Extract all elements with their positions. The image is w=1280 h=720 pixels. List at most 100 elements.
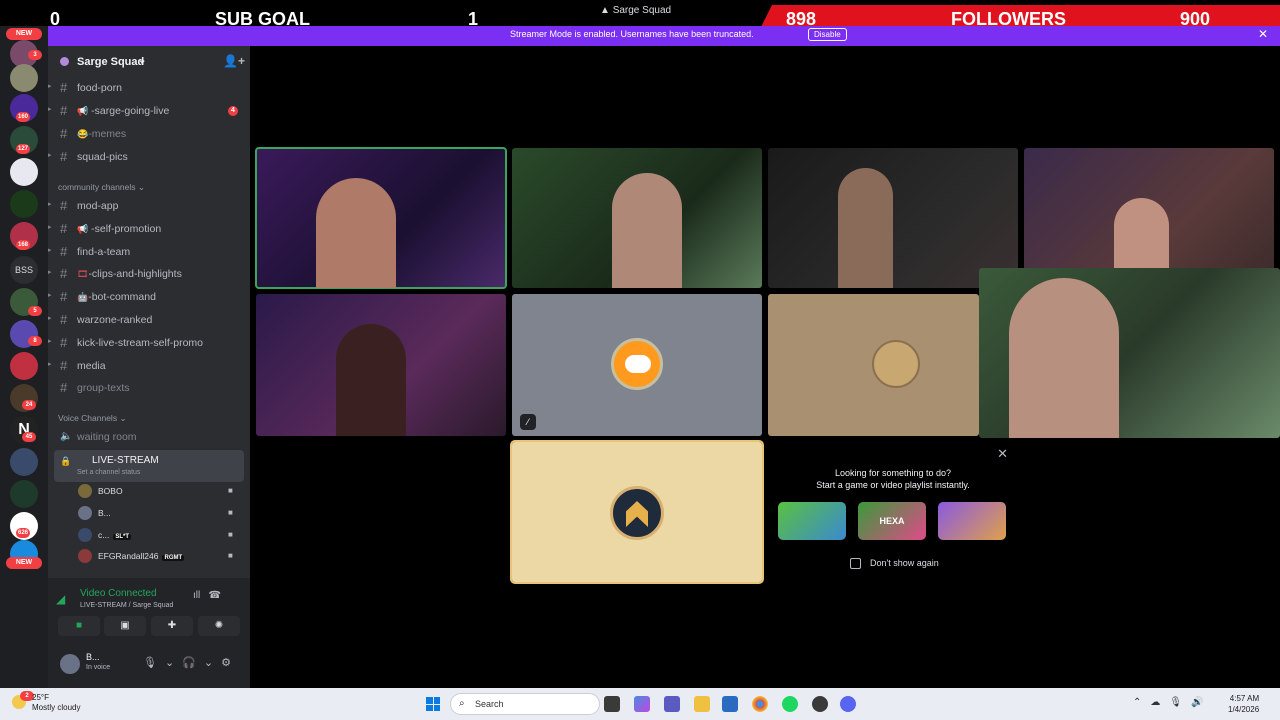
- dont-show-checkbox[interactable]: [850, 558, 861, 569]
- person-silhouette: [1009, 278, 1119, 438]
- video-tile[interactable]: [1024, 148, 1274, 288]
- voice-channel-live-stream[interactable]: 🔒 LIVE-STREAM Set a channel status: [54, 450, 244, 482]
- camera-overlay-tile[interactable]: [979, 268, 1280, 438]
- unread-badge: 3: [28, 50, 42, 60]
- teams-icon[interactable]: [664, 696, 680, 712]
- voice-channel-waiting-room[interactable]: 🔈 waiting room: [48, 427, 250, 447]
- invite-people-icon[interactable]: 👤+: [223, 54, 245, 68]
- activity-card[interactable]: HEXA: [858, 502, 926, 540]
- server-icon[interactable]: [10, 352, 38, 380]
- unread-badge: 8: [28, 336, 42, 346]
- channel-label: kick-live-stream-self-promo: [77, 337, 204, 349]
- channel-mod-app[interactable]: ▸ # mod-app: [48, 196, 250, 216]
- chevron-right-icon: ▸: [48, 106, 52, 113]
- member-name: BOBO: [98, 486, 123, 496]
- activity-card[interactable]: [778, 502, 846, 540]
- store-icon[interactable]: [722, 696, 738, 712]
- channel-bot-command[interactable]: ▸ # 🤖-bot-command: [48, 287, 250, 307]
- search-box[interactable]: ⌕ Search: [450, 693, 600, 715]
- channel-food-porn[interactable]: ▸ # food-porn: [48, 78, 250, 98]
- voice-channel-name: LIVE-STREAM: [92, 455, 159, 466]
- server-icon[interactable]: [10, 158, 38, 186]
- date: 1/4/2026: [1228, 705, 1260, 714]
- camera-icon: ■: [228, 551, 233, 560]
- channel-warzone-ranked[interactable]: ▸ # warzone-ranked: [48, 310, 250, 330]
- chevron-right-icon: ▸: [48, 315, 52, 322]
- channel-memes[interactable]: # 😂-memes: [48, 124, 250, 144]
- screen-share-button[interactable]: ▣: [104, 616, 146, 636]
- speaker-icon: 🔈: [60, 431, 73, 442]
- server-icon[interactable]: [10, 448, 38, 476]
- voice-location[interactable]: LIVE-STREAM / Sarge Squad: [80, 602, 173, 609]
- channel-label: squad-pics: [77, 151, 128, 163]
- video-button[interactable]: ■: [58, 616, 100, 636]
- hash-icon: #: [60, 126, 68, 141]
- unread-badge: 626: [16, 528, 31, 538]
- server-bss[interactable]: BSS: [10, 256, 38, 284]
- server-icon[interactable]: [10, 480, 38, 508]
- signal-icon[interactable]: ◢: [56, 592, 65, 606]
- copilot-icon[interactable]: [634, 696, 650, 712]
- unread-badge: 5: [28, 306, 42, 316]
- hash-icon: #: [60, 380, 68, 395]
- spotify-icon[interactable]: [782, 696, 798, 712]
- channel-status[interactable]: Set a channel status: [77, 469, 140, 476]
- noise-suppression-icon[interactable]: ıll ☎: [193, 590, 221, 601]
- clock[interactable]: 4:57 AM 1/4/2026: [1228, 693, 1259, 715]
- category-voice[interactable]: Voice Channels ⌄: [58, 413, 127, 424]
- hash-icon: #: [60, 312, 68, 327]
- file-explorer-icon[interactable]: [694, 696, 710, 712]
- channel-group-texts[interactable]: # group-texts: [48, 378, 250, 398]
- voice-member[interactable]: B... ■: [78, 504, 238, 522]
- channel-kick-live-stream-self-promo[interactable]: ▸ # kick-live-stream-self-promo: [48, 333, 250, 353]
- channel-find-a-team[interactable]: ▸ # find-a-team: [48, 242, 250, 262]
- video-tile[interactable]: [255, 147, 507, 289]
- video-tile[interactable]: [256, 294, 506, 436]
- discord-avatar: [611, 338, 663, 390]
- video-tile[interactable]: [510, 440, 764, 584]
- promo-title: Looking for something to do? Start a gam…: [816, 468, 970, 490]
- start-icon[interactable]: [426, 697, 440, 711]
- video-tile[interactable]: [768, 148, 1018, 288]
- close-icon[interactable]: ✕: [997, 446, 1008, 462]
- hash-icon: #: [60, 80, 68, 95]
- chrome-icon[interactable]: [752, 696, 768, 712]
- channel-emoji: 🤖: [77, 292, 89, 302]
- weather-condition: Mostly cloudy: [32, 703, 81, 712]
- system-tray[interactable]: ⌃☁🎙🔊: [1133, 697, 1213, 708]
- channel-label: -bot-command: [88, 291, 156, 303]
- voice-member[interactable]: BOBO ■: [78, 482, 238, 500]
- discord-icon[interactable]: [840, 696, 856, 712]
- voice-member[interactable]: EFGRandall246 RGMT ■: [78, 547, 238, 565]
- video-tile[interactable]: ⁄: [512, 294, 762, 436]
- voice-member[interactable]: c... SL*T ■: [78, 526, 238, 544]
- unread-badge: 24: [22, 400, 36, 410]
- category-community[interactable]: community channels ⌄: [58, 182, 145, 193]
- server-icon[interactable]: [10, 190, 38, 218]
- app-icon[interactable]: [812, 696, 828, 712]
- server-header[interactable]: Sarge Squad ⌄ 👤+: [48, 46, 250, 78]
- mic-headset-settings-icons[interactable]: 🎙⌄🎧⌄⚙: [143, 656, 239, 669]
- activity-card[interactable]: [938, 502, 1006, 540]
- chevron-down-icon: ⌄: [138, 55, 147, 66]
- activities-button[interactable]: ✚: [151, 616, 193, 636]
- channel-sarge-going-live[interactable]: ▸ # 📢 -sarge-going-live 4: [48, 101, 250, 121]
- server-icon[interactable]: [10, 64, 38, 92]
- activity-promo: ✕ Looking for something to do? Start a g…: [768, 442, 1018, 582]
- channel-self-promotion[interactable]: ▸ # 📢 -self-promotion: [48, 219, 250, 239]
- avatar[interactable]: [60, 654, 80, 674]
- channel-media[interactable]: ▸ # media: [48, 356, 250, 376]
- hash-icon: #: [60, 266, 68, 281]
- task-view-icon[interactable]: [604, 696, 620, 712]
- soundboard-button[interactable]: ✺: [198, 616, 240, 636]
- video-tile[interactable]: [768, 294, 979, 436]
- server-badge-icon: [60, 57, 69, 66]
- channel-label: mod-app: [77, 200, 119, 212]
- channel-clips-and-highlights[interactable]: ▸ # 🎞-clips-and-highlights: [48, 264, 250, 284]
- close-icon[interactable]: ✕: [1258, 27, 1268, 41]
- mention-count: 4: [228, 106, 238, 116]
- video-tile[interactable]: [512, 148, 762, 288]
- channel-squad-pics[interactable]: ▸ # squad-pics: [48, 147, 250, 167]
- chevron-right-icon: ▸: [48, 83, 52, 90]
- disable-streamer-mode-button[interactable]: Disable: [808, 28, 847, 41]
